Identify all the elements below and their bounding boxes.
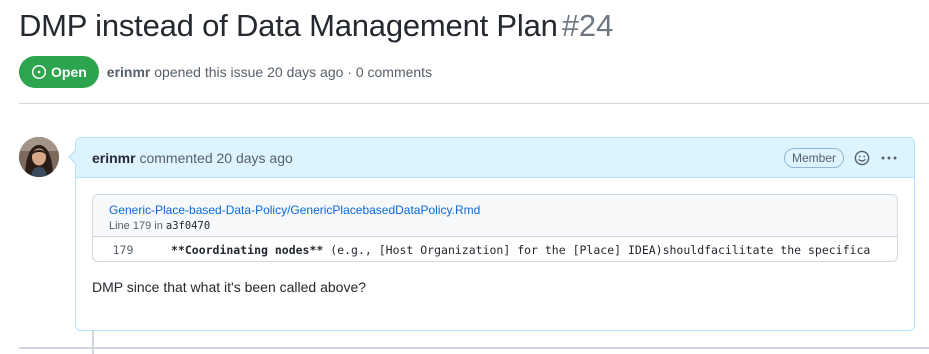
code-bold-text: **Coordinating nodes** xyxy=(171,242,324,257)
comment-text: DMP since that what it's been called abo… xyxy=(92,279,367,295)
code-line-label: Line 179 in xyxy=(109,220,163,232)
issue-author-link[interactable]: erinmr xyxy=(107,64,151,80)
comment-meta: erinmr commented 20 days ago xyxy=(92,150,293,166)
comment-header: erinmr commented 20 days ago Member xyxy=(76,138,914,178)
code-line-info: Line 179 in a3f0470 xyxy=(109,219,881,234)
smiley-icon[interactable] xyxy=(854,150,870,166)
issue-state-badge: Open xyxy=(19,56,99,88)
issue-opened-text: opened this issue 20 days ago · 0 commen… xyxy=(154,64,433,80)
comment-header-actions: Member xyxy=(783,147,898,168)
issue-opened-icon xyxy=(31,64,51,80)
code-reference-header: Generic-Place-based-Data-Policy/GenericP… xyxy=(93,195,897,237)
code-line: 179 **Coordinating nodes** (e.g., [Host … xyxy=(93,237,897,261)
header-divider xyxy=(19,103,929,104)
issue-number: #24 xyxy=(561,8,614,43)
comment-time[interactable]: commented 20 days ago xyxy=(139,150,292,166)
comment-box: erinmr commented 20 days ago Member Gene… xyxy=(68,137,915,331)
issue-meta: Open erinmr opened this issue 20 days ag… xyxy=(19,56,432,88)
commit-sha-link[interactable]: a3f0470 xyxy=(166,220,210,232)
comment-author-link[interactable]: erinmr xyxy=(92,150,136,166)
timeline-divider xyxy=(19,347,929,349)
code-line-text: **Coordinating nodes** (e.g., [Host Orga… xyxy=(153,243,870,257)
issue-meta-text: erinmr opened this issue 20 days ago · 0… xyxy=(107,64,432,80)
issue-title: DMP instead of Data Management Plan xyxy=(19,8,558,43)
code-reference: Generic-Place-based-Data-Policy/GenericP… xyxy=(92,194,898,262)
code-rest-text: (e.g., [Host Organization] for the [Plac… xyxy=(323,242,871,257)
code-line-number: 179 xyxy=(112,242,134,257)
comment-body: Generic-Place-based-Data-Policy/GenericP… xyxy=(76,178,914,311)
timeline-line xyxy=(92,330,94,354)
issue-state-label: Open xyxy=(51,64,87,80)
issue-title-row: DMP instead of Data Management Plan #24 xyxy=(19,8,613,48)
avatar[interactable] xyxy=(19,137,59,177)
role-badge: Member xyxy=(783,147,844,168)
kebab-horizontal-icon[interactable] xyxy=(880,150,898,166)
code-file-link[interactable]: Generic-Place-based-Data-Policy/GenericP… xyxy=(109,203,881,218)
